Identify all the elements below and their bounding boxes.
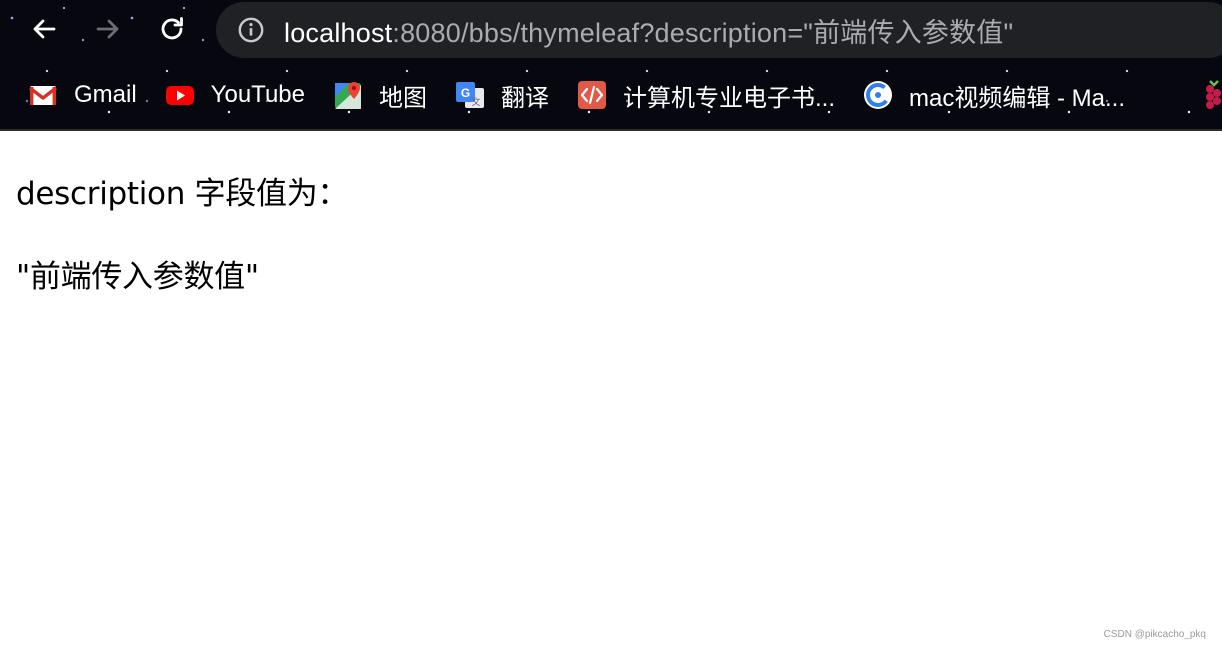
bookmark-ebooks[interactable]: 计算机专业电子书... [563,74,849,116]
bookmark-label: 计算机专业电子书... [622,84,835,112]
site-info-button[interactable] [236,15,266,45]
field-label-text: description 字段值为： [16,176,349,212]
bookmark-label: YouTube [210,81,305,108]
bookmarks-bar: Gmail YouTube 地图 G 文 翻译 计算机专业电子书... mac视… [0,74,1222,116]
maps-icon [333,80,363,110]
bookmark-label: mac视频编辑 - Ma... [909,84,1126,112]
reload-icon [161,17,183,40]
bookmark-label: 地图 [378,84,427,112]
arrow-right-icon [96,19,119,39]
browser-toolbar: localhost:8080/bbs/thymeleaf?description… [0,0,1222,131]
arrow-left-icon [33,19,56,39]
csdn-watermark: CSDN @pikcacho_pkq [1103,629,1206,640]
bookmark-overflow-raspberry[interactable] [1202,77,1222,113]
bookmark-youtube[interactable]: YouTube [151,74,319,116]
back-button[interactable] [26,11,62,47]
bookmark-maps[interactable]: 地图 [319,74,441,116]
info-circle-icon [238,17,264,43]
reload-button[interactable] [154,11,190,47]
field-value-text: "前端传入参数值" [16,259,259,295]
svg-text:G: G [461,86,470,100]
bookmark-label: Gmail [74,81,137,108]
bookmark-label: 翻译 [500,84,549,112]
url-text[interactable]: localhost:8080/bbs/thymeleaf?description… [284,11,1013,50]
bookmark-mac-video[interactable]: mac视频编辑 - Ma... [849,74,1139,116]
code-icon [577,80,607,110]
bookmark-translate[interactable]: G 文 翻译 [441,74,563,116]
translate-icon: G 文 [455,80,485,110]
svg-text:文: 文 [471,96,480,108]
gmail-icon [28,80,58,110]
url-host: localhost [284,17,393,48]
address-bar[interactable]: localhost:8080/bbs/thymeleaf?description… [216,2,1222,58]
raspberry-icon [1206,80,1221,109]
c-circle-icon [863,80,893,110]
bookmark-gmail[interactable]: Gmail [14,74,151,116]
forward-button[interactable] [90,11,126,47]
youtube-icon [165,80,195,110]
page-content: description 字段值为： "前端传入参数值" [16,168,348,296]
url-path: :8080/bbs/thymeleaf?description="前端传入参数值… [392,17,1014,48]
